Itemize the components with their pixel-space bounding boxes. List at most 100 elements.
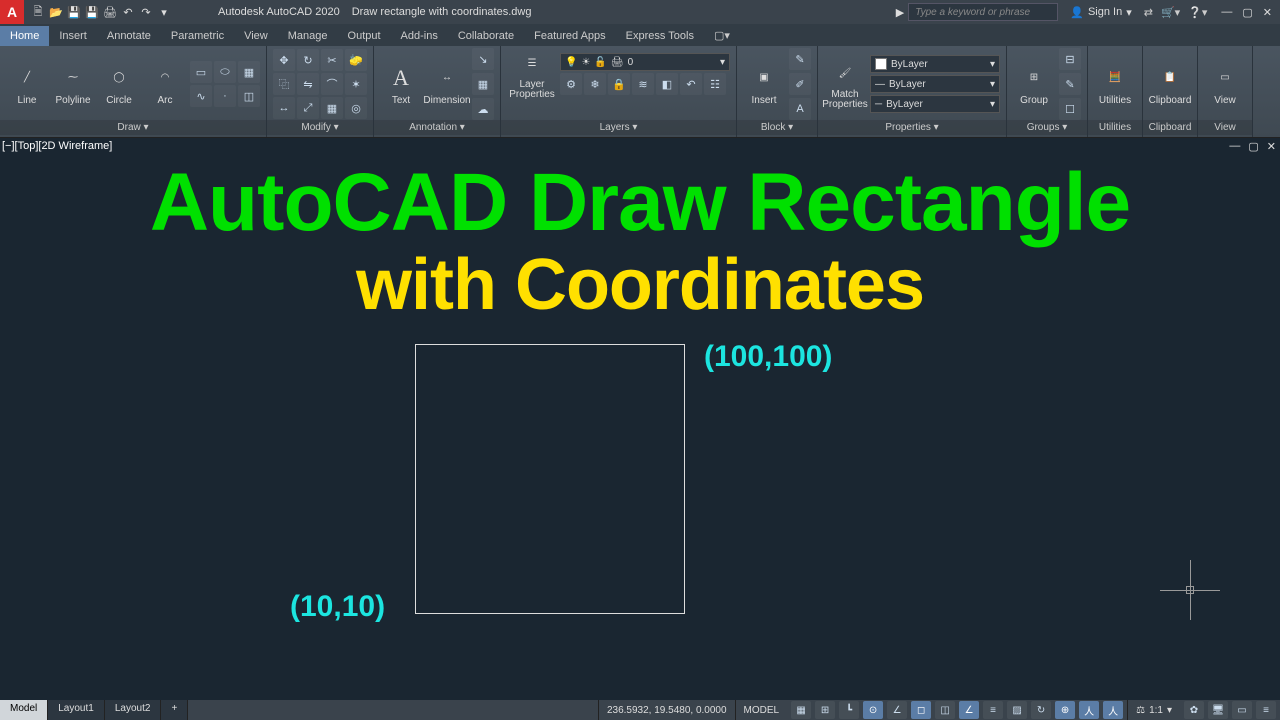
tab-home[interactable]: Home	[0, 26, 49, 46]
move-icon[interactable]: ✥	[273, 49, 295, 71]
tab-addins[interactable]: Add-ins	[391, 26, 448, 46]
stretch-icon[interactable]: ↔	[273, 97, 295, 119]
grid-icon[interactable]: ▦	[791, 701, 811, 719]
arc-button[interactable]: ◠Arc	[144, 63, 186, 106]
groupedit-icon[interactable]: ✎	[1059, 73, 1081, 95]
leader-icon[interactable]: ↘	[472, 48, 494, 70]
insert-button[interactable]: ▣Insert	[743, 63, 785, 106]
region-icon[interactable]: ◫	[238, 85, 260, 107]
help-icon[interactable]: ❔▾	[1188, 6, 1207, 19]
annotation-scale[interactable]: ⚖1:1▾	[1127, 700, 1180, 720]
open-icon[interactable]: 📂	[48, 4, 64, 20]
lineweight-status-icon[interactable]: ≡	[983, 701, 1003, 719]
tab-output[interactable]: Output	[338, 26, 391, 46]
array-icon[interactable]: ▦	[321, 97, 343, 119]
tab-featured[interactable]: Featured Apps	[524, 26, 616, 46]
viewpanel-button[interactable]: ▭View	[1204, 63, 1246, 106]
spline-icon[interactable]: ∿	[190, 85, 212, 107]
utilities-button[interactable]: 🧮Utilities	[1094, 63, 1136, 106]
model-space-label[interactable]: MODEL	[735, 700, 788, 720]
create-block-icon[interactable]: ✎	[789, 48, 811, 70]
rectangle-icon[interactable]: ▭	[190, 61, 212, 83]
tab-insert[interactable]: Insert	[49, 26, 97, 46]
maximize-icon[interactable]: ▢	[1242, 6, 1252, 19]
cycling-icon[interactable]: ↻	[1031, 701, 1051, 719]
tab-parametric[interactable]: Parametric	[161, 26, 234, 46]
exchange-icon[interactable]: ⇄	[1144, 6, 1153, 19]
layer-iso-icon[interactable]: ◧	[656, 73, 678, 95]
ellipse-icon[interactable]: ⬭	[214, 61, 236, 83]
redo-icon[interactable]: ↷	[138, 4, 154, 20]
viewport-label[interactable]: [−][Top][2D Wireframe]	[2, 140, 112, 152]
dimension-button[interactable]: ↔Dimension	[426, 63, 468, 106]
ungroup-icon[interactable]: ⊟	[1059, 48, 1081, 70]
panel-groups-title[interactable]: Groups ▾	[1007, 120, 1087, 135]
layer-match-icon[interactable]: ≋	[632, 73, 654, 95]
layer-lock-icon[interactable]: 🔒	[608, 73, 630, 95]
vp-close-icon[interactable]: ✕	[1267, 140, 1276, 153]
qat-more-icon[interactable]: ▾	[156, 4, 172, 20]
dyninput-icon[interactable]: ⊕	[1055, 701, 1075, 719]
plot-icon[interactable]: 🖨	[102, 4, 118, 20]
hatch-icon[interactable]: ▦	[238, 61, 260, 83]
match-properties-button[interactable]: 🖌Match Properties	[824, 58, 866, 110]
erase-icon[interactable]: 🧽	[345, 49, 367, 71]
panel-view-title[interactable]: View	[1198, 120, 1252, 135]
panel-utilities-title[interactable]: Utilities	[1088, 120, 1142, 135]
annoscale-icon[interactable]: 人	[1103, 701, 1123, 719]
customize-icon[interactable]: ≡	[1256, 701, 1276, 719]
vp-minimize-icon[interactable]: —	[1229, 140, 1240, 153]
circle-button[interactable]: ◯Circle	[98, 63, 140, 106]
new-icon[interactable]: 🗎	[30, 4, 46, 20]
sign-in-button[interactable]: 👤 Sign In ▾	[1070, 6, 1131, 19]
edit-block-icon[interactable]: ✐	[789, 73, 811, 95]
text-button[interactable]: AText	[380, 63, 422, 106]
offset-icon[interactable]: ◎	[345, 97, 367, 119]
layer-select[interactable]: 💡 ☀ 🔓 🖨 0 ▾	[560, 53, 730, 71]
isoplane-icon[interactable]: ∠	[887, 701, 907, 719]
3dosnap-icon[interactable]: ◫	[935, 701, 955, 719]
linetype-select[interactable]: ─ByLayer▾	[870, 95, 1000, 113]
close-icon[interactable]: ✕	[1263, 6, 1272, 19]
panel-properties-title[interactable]: Properties ▾	[818, 120, 1006, 135]
panel-layers-title[interactable]: Layers ▾	[501, 120, 736, 135]
tab-annotate[interactable]: Annotate	[97, 26, 161, 46]
search-input[interactable]: Type a keyword or phrase	[908, 3, 1058, 21]
layer-off-icon[interactable]: ⚙	[560, 73, 582, 95]
tab-express[interactable]: Express Tools	[616, 26, 704, 46]
rotate-icon[interactable]: ↻	[297, 49, 319, 71]
panel-modify-title[interactable]: Modify ▾	[267, 120, 373, 135]
snap-icon[interactable]: ⊞	[815, 701, 835, 719]
monitor-icon[interactable]: 🖥	[1208, 701, 1228, 719]
group-button[interactable]: ⊞Group	[1013, 63, 1055, 106]
table-icon[interactable]: ▦	[472, 73, 494, 95]
tab-layout2[interactable]: Layout2	[105, 700, 162, 720]
quickprops-icon[interactable]: 人	[1079, 701, 1099, 719]
layer-freeze-icon[interactable]: ❄	[584, 73, 606, 95]
groupsel-icon[interactable]: ☐	[1059, 98, 1081, 120]
polyline-button[interactable]: ⁓Polyline	[52, 63, 94, 106]
cloud-icon[interactable]: ☁	[472, 98, 494, 120]
tab-manage[interactable]: Manage	[278, 26, 338, 46]
panel-annotation-title[interactable]: Annotation ▾	[374, 120, 500, 135]
copy-icon[interactable]: ⿻	[273, 73, 295, 95]
line-button[interactable]: ╱Line	[6, 63, 48, 106]
drawing-area[interactable]: [−][Top][2D Wireframe] — ▢ ✕ AutoCAD Dra…	[0, 138, 1280, 700]
undo-icon[interactable]: ↶	[120, 4, 136, 20]
fillet-icon[interactable]: ⌒	[321, 73, 343, 95]
tab-view[interactable]: View	[234, 26, 278, 46]
mirror-icon[interactable]: ⇋	[297, 73, 319, 95]
osnap-icon[interactable]: ◻	[911, 701, 931, 719]
cart-icon[interactable]: 🛒▾	[1161, 6, 1180, 19]
tab-overflow-icon[interactable]: ▢▾	[704, 25, 740, 46]
layer-state-icon[interactable]: ☷	[704, 73, 726, 95]
app-logo[interactable]: A	[0, 0, 24, 24]
panel-block-title[interactable]: Block ▾	[737, 120, 817, 135]
explode-icon[interactable]: ✶	[345, 73, 367, 95]
minimize-icon[interactable]: —	[1221, 6, 1232, 19]
color-select[interactable]: ByLayer▾	[870, 55, 1000, 73]
ortho-icon[interactable]: ┗	[839, 701, 859, 719]
attr-icon[interactable]: A	[789, 98, 811, 120]
workspace-icon[interactable]: ✿	[1184, 701, 1204, 719]
lineweight-select[interactable]: —ByLayer▾	[870, 75, 1000, 93]
